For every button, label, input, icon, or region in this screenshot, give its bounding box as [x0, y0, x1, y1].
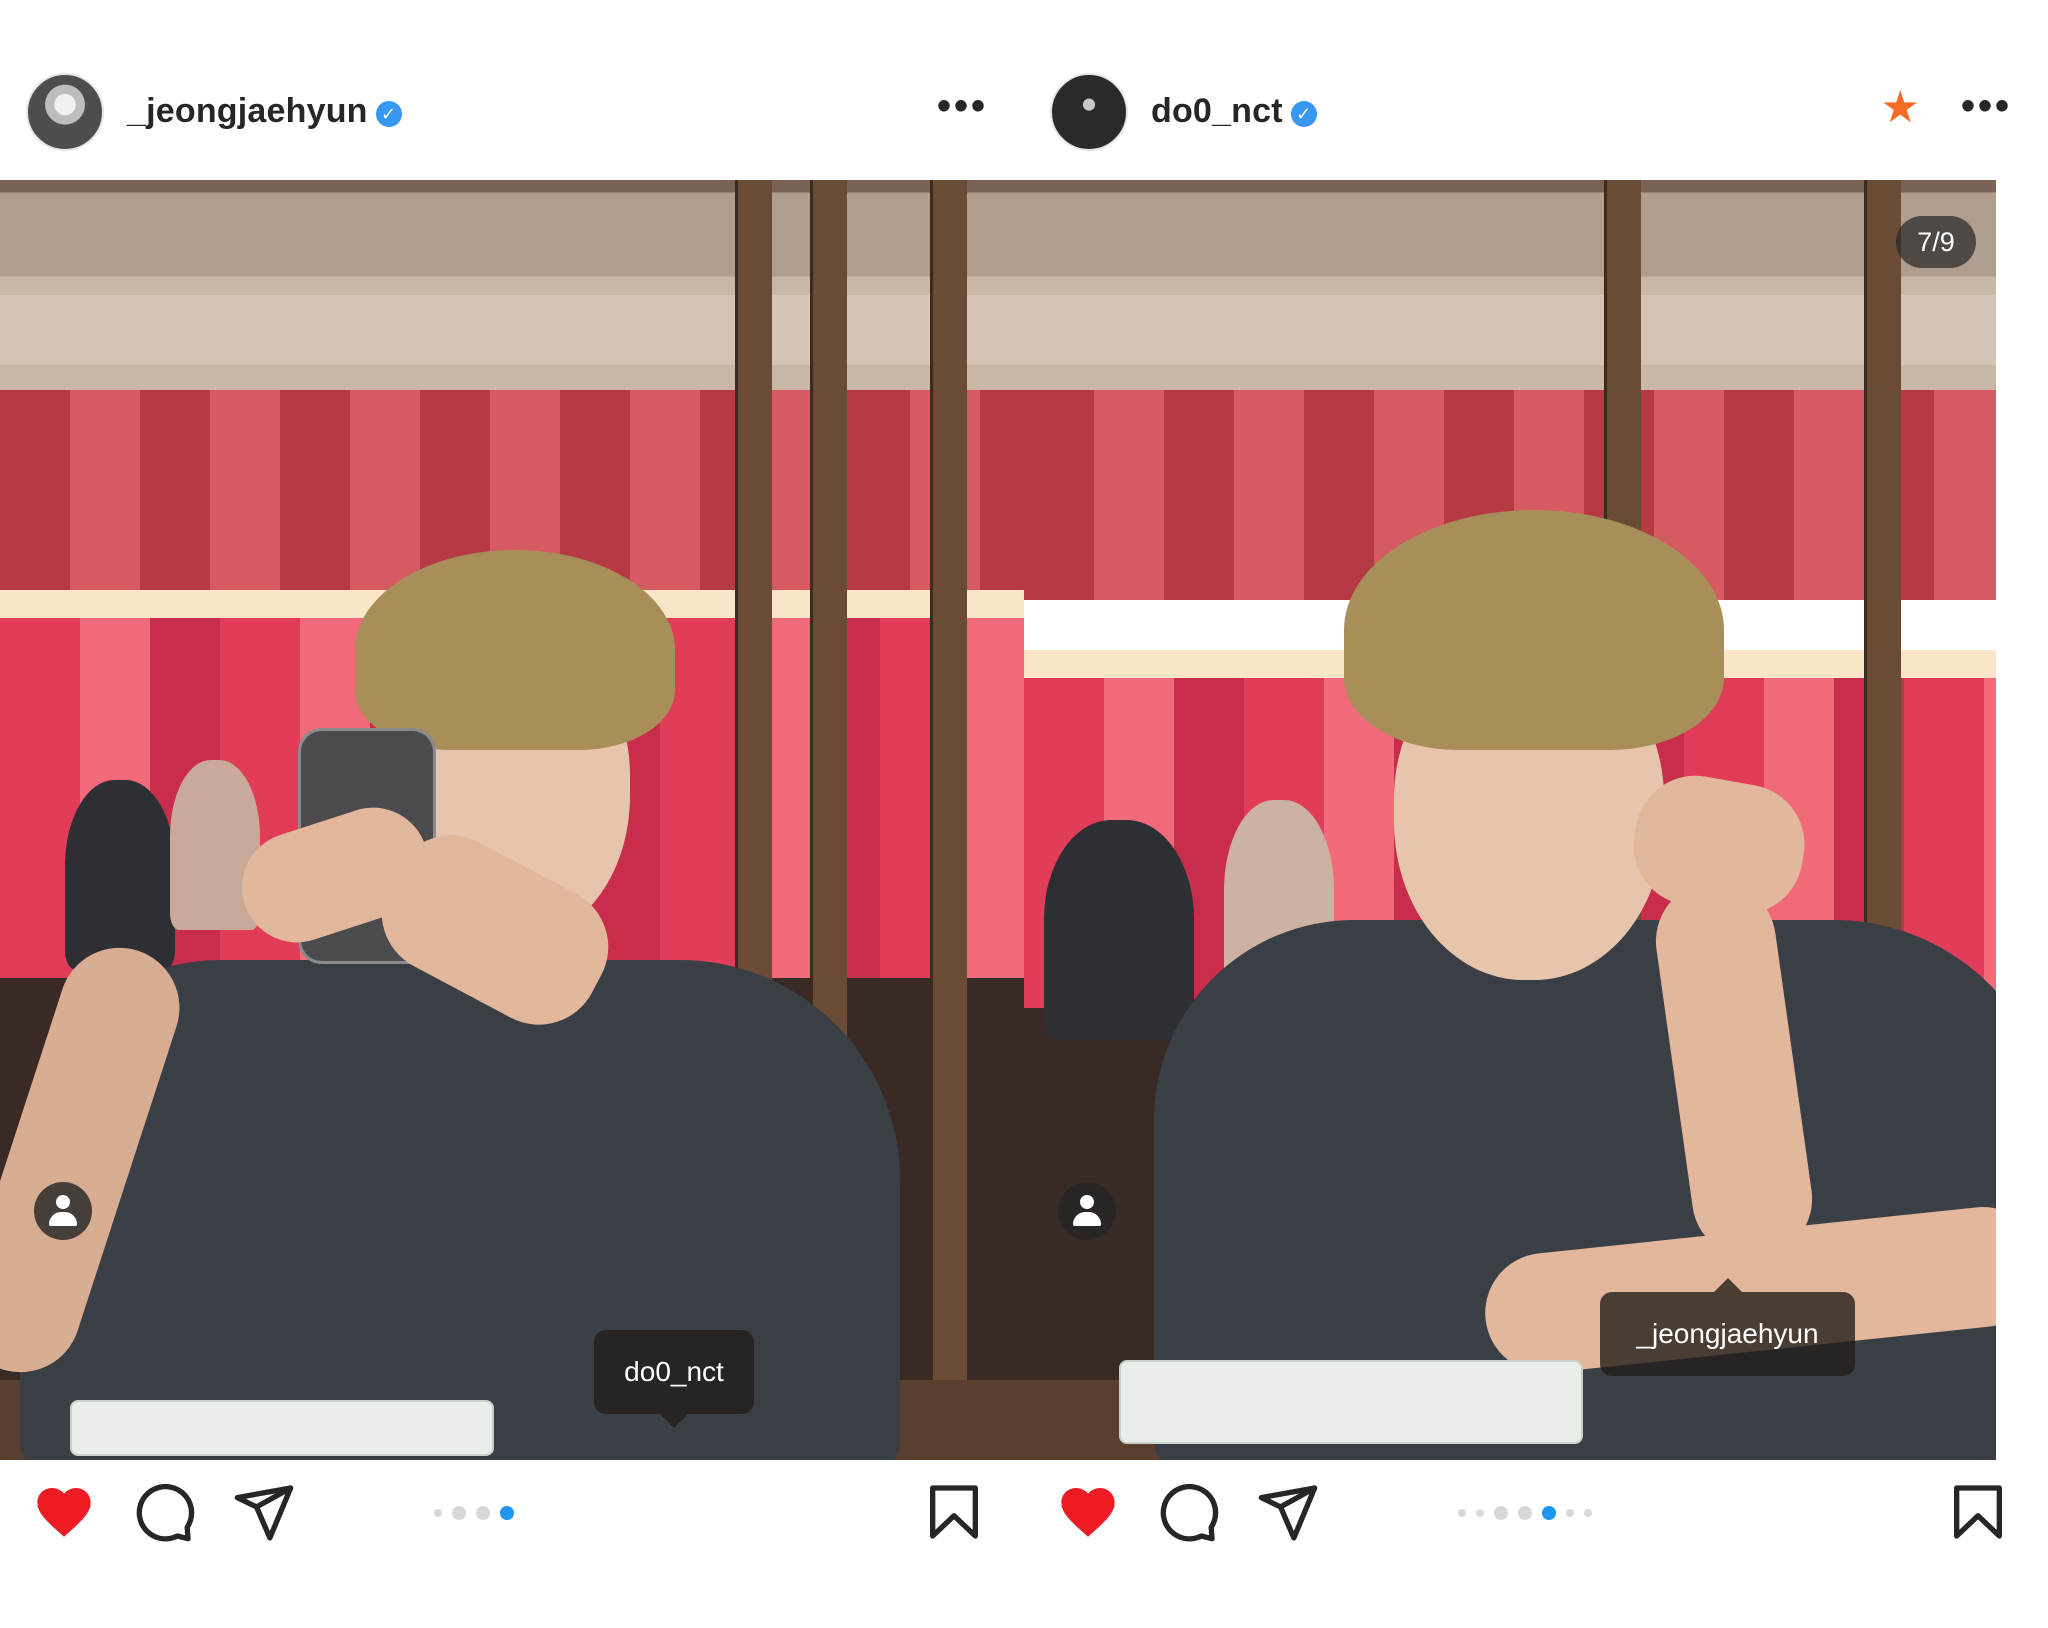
- user-tag-label[interactable]: do0_nct: [624, 1356, 724, 1387]
- carousel-dot: [1494, 1506, 1508, 1520]
- favorite-star-icon[interactable]: ★: [1881, 82, 1920, 133]
- carousel-dot: [476, 1506, 490, 1520]
- carousel-indicator: [434, 1506, 514, 1520]
- username-link[interactable]: _jeongjaehyun ✓: [127, 92, 402, 131]
- photo-plate: [1119, 1360, 1583, 1444]
- heart-icon[interactable]: [1056, 1480, 1120, 1544]
- comment-icon[interactable]: [1156, 1480, 1220, 1544]
- photo-pillar: [930, 180, 967, 1460]
- photo-plate: [70, 1400, 494, 1456]
- carousel-indicator: [1458, 1506, 1592, 1520]
- post-photo[interactable]: 7/9 _jeongjaehyun: [1024, 180, 1996, 1460]
- post-jeongjaehyun: _jeongjaehyun ✓ ••• do0_nct: [0, 0, 1024, 1628]
- username-text[interactable]: do0_nct: [1151, 92, 1283, 130]
- photo-hair: [355, 550, 675, 750]
- comment-icon[interactable]: [132, 1480, 196, 1544]
- action-bar: [1024, 1480, 2048, 1560]
- post-header: _jeongjaehyun ✓ •••: [0, 70, 1024, 158]
- carousel-dot: [452, 1506, 466, 1520]
- carousel-dot-active: [1542, 1506, 1556, 1520]
- photo-beam: [0, 295, 1024, 365]
- more-options-icon[interactable]: •••: [1961, 84, 2012, 129]
- save-bookmark-icon[interactable]: [922, 1480, 986, 1544]
- more-options-icon[interactable]: •••: [937, 84, 988, 129]
- photo-hair: [1344, 510, 1724, 750]
- carousel-dot: [1458, 1509, 1466, 1517]
- tagged-users-icon[interactable]: [34, 1182, 92, 1240]
- avatar[interactable]: [1050, 73, 1128, 151]
- save-bookmark-icon[interactable]: [1946, 1480, 2010, 1544]
- verified-badge-icon: ✓: [375, 101, 402, 127]
- carousel-dot: [1566, 1509, 1574, 1517]
- share-icon[interactable]: [1256, 1480, 1320, 1544]
- photo-diner: [1044, 820, 1194, 1040]
- carousel-dot: [1518, 1506, 1532, 1520]
- user-tag[interactable]: _jeongjaehyun: [1600, 1278, 1855, 1376]
- post-do0-nct: do0_nct ✓ ★ ••• 7/9 _jeongjaehyun: [1024, 0, 2048, 1628]
- user-tag[interactable]: do0_nct: [594, 1330, 754, 1428]
- photo-diner: [65, 780, 175, 970]
- carousel-dot-active: [500, 1506, 514, 1520]
- post-photo[interactable]: do0_nct: [0, 180, 1024, 1460]
- carousel-counter: 7/9: [1896, 216, 1976, 268]
- carousel-dot: [434, 1509, 442, 1517]
- carousel-dot: [1584, 1509, 1592, 1517]
- username-text[interactable]: _jeongjaehyun: [127, 92, 368, 130]
- action-bar: [0, 1480, 1024, 1560]
- user-tag-label[interactable]: _jeongjaehyun: [1636, 1318, 1818, 1349]
- photo-beam: [1024, 295, 1996, 365]
- carousel-dot: [1476, 1509, 1484, 1517]
- heart-icon[interactable]: [32, 1480, 96, 1544]
- avatar[interactable]: [26, 73, 104, 151]
- username-link[interactable]: do0_nct ✓: [1151, 92, 1317, 131]
- post-header: do0_nct ✓ ★ •••: [1024, 70, 2048, 158]
- tagged-users-icon[interactable]: [1058, 1182, 1116, 1240]
- share-icon[interactable]: [232, 1480, 296, 1544]
- verified-badge-icon: ✓: [1290, 101, 1317, 127]
